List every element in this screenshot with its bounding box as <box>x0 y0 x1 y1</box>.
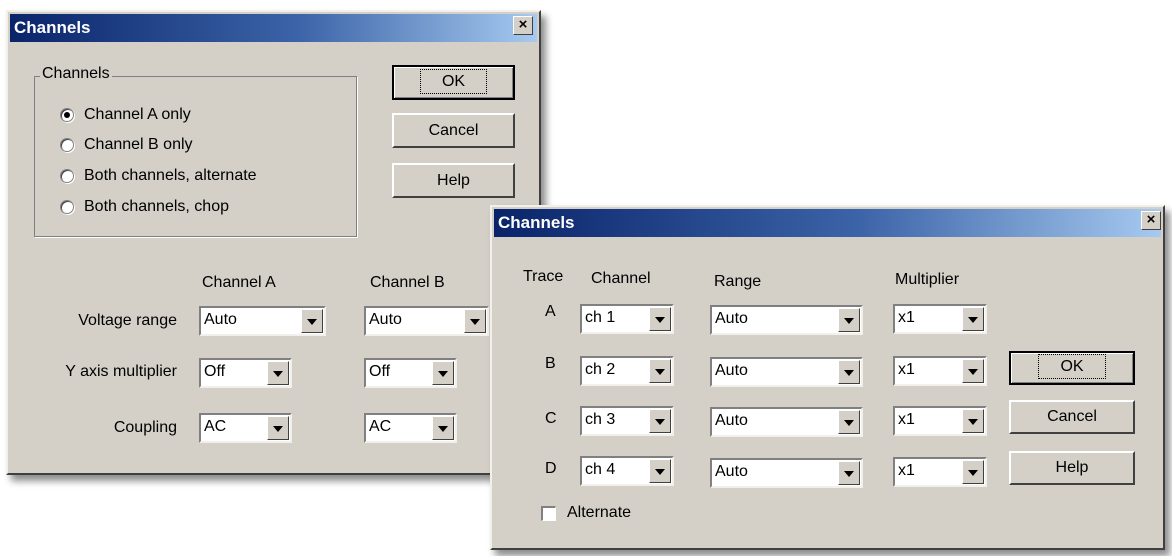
range-select-c[interactable]: Auto <box>710 407 863 437</box>
multiplier-select-a[interactable]: x1 <box>893 304 987 334</box>
chevron-down-icon[interactable] <box>267 416 289 440</box>
trace-header: Trace <box>523 268 564 285</box>
chevron-down-icon[interactable] <box>962 359 984 383</box>
close-icon[interactable]: × <box>1141 211 1161 230</box>
chevron-down-icon[interactable] <box>301 309 323 333</box>
chevron-down-icon[interactable] <box>838 360 860 384</box>
trace-label-b: B <box>545 355 556 372</box>
radio-label-channel-a-only[interactable]: Channel A only <box>84 106 191 124</box>
trace-label-d: D <box>545 460 557 477</box>
voltage-range-a-select[interactable]: Auto <box>199 306 326 336</box>
y-multiplier-a-select[interactable]: Off <box>199 358 292 388</box>
chevron-down-icon[interactable] <box>649 409 671 433</box>
chevron-down-icon[interactable] <box>838 461 860 485</box>
range-select-a[interactable]: Auto <box>710 305 863 335</box>
voltage-range-label: Voltage range <box>78 312 177 329</box>
channels-dialog-2: Channels × Trace Channel Range Multiplie… <box>490 205 1165 550</box>
coupling-b-select[interactable]: AC <box>364 413 457 443</box>
radio-label-channel-b-only[interactable]: Channel B only <box>84 136 193 154</box>
chevron-down-icon[interactable] <box>267 361 289 385</box>
channel-header: Channel <box>591 270 651 287</box>
voltage-range-b-select[interactable]: Auto <box>364 306 489 336</box>
chevron-down-icon[interactable] <box>464 309 486 333</box>
multiplier-select-c[interactable]: x1 <box>893 406 987 436</box>
radio-channel-b-only[interactable] <box>60 138 74 152</box>
dialog2-titlebar[interactable]: Channels <box>494 209 1161 237</box>
trace-label-a: A <box>545 303 556 320</box>
chevron-down-icon[interactable] <box>649 459 671 483</box>
alternate-label[interactable]: Alternate <box>567 504 631 522</box>
range-select-d[interactable]: Auto <box>710 458 863 488</box>
coupling-a-select[interactable]: AC <box>199 413 292 443</box>
trace-label-c: C <box>545 410 557 427</box>
alternate-checkbox[interactable] <box>541 506 556 521</box>
chevron-down-icon[interactable] <box>432 361 454 385</box>
ok-button[interactable]: OK <box>1009 351 1135 385</box>
dialog2-title: Channels <box>498 213 575 232</box>
cancel-button[interactable]: Cancel <box>392 113 515 148</box>
help-button[interactable]: Help <box>392 163 515 198</box>
radio-label-both-chop[interactable]: Both channels, chop <box>84 198 229 216</box>
coupling-label: Coupling <box>113 419 177 436</box>
channel-select-c[interactable]: ch 3 <box>580 406 674 436</box>
radio-both-alternate[interactable] <box>60 169 74 183</box>
multiplier-select-d[interactable]: x1 <box>893 457 987 487</box>
radio-channel-a-only[interactable] <box>60 108 74 122</box>
multiplier-header: Multiplier <box>895 271 960 288</box>
help-button[interactable]: Help <box>1009 451 1135 485</box>
chevron-down-icon[interactable] <box>432 416 454 440</box>
radio-label-both-alternate[interactable]: Both channels, alternate <box>84 167 257 185</box>
chevron-down-icon[interactable] <box>962 307 984 331</box>
cancel-button[interactable]: Cancel <box>1009 400 1135 434</box>
radio-both-chop[interactable] <box>60 200 74 214</box>
chevron-down-icon[interactable] <box>838 308 860 332</box>
close-icon[interactable]: × <box>513 16 533 35</box>
chevron-down-icon[interactable] <box>962 460 984 484</box>
multiplier-select-b[interactable]: x1 <box>893 356 987 386</box>
chevron-down-icon[interactable] <box>962 409 984 433</box>
dialog1-titlebar[interactable]: Channels <box>10 14 537 42</box>
channel-select-b[interactable]: ch 2 <box>580 356 674 386</box>
channel-select-d[interactable]: ch 4 <box>580 456 674 486</box>
chevron-down-icon[interactable] <box>649 307 671 331</box>
ok-button[interactable]: OK <box>392 65 515 100</box>
chevron-down-icon[interactable] <box>838 410 860 434</box>
chevron-down-icon[interactable] <box>649 359 671 383</box>
channels-dialog-1: Channels × Channels Channel A only Chann… <box>6 10 541 475</box>
range-header: Range <box>714 273 762 290</box>
y-axis-multiplier-label: Y axis multiplier <box>65 363 177 380</box>
channel-a-header: Channel A <box>202 274 276 291</box>
channels-group-label: Channels <box>40 65 112 83</box>
dialog1-title: Channels <box>14 18 91 37</box>
y-multiplier-b-select[interactable]: Off <box>364 358 457 388</box>
channel-select-a[interactable]: ch 1 <box>580 304 674 334</box>
channel-b-header: Channel B <box>370 274 445 291</box>
range-select-b[interactable]: Auto <box>710 357 863 387</box>
